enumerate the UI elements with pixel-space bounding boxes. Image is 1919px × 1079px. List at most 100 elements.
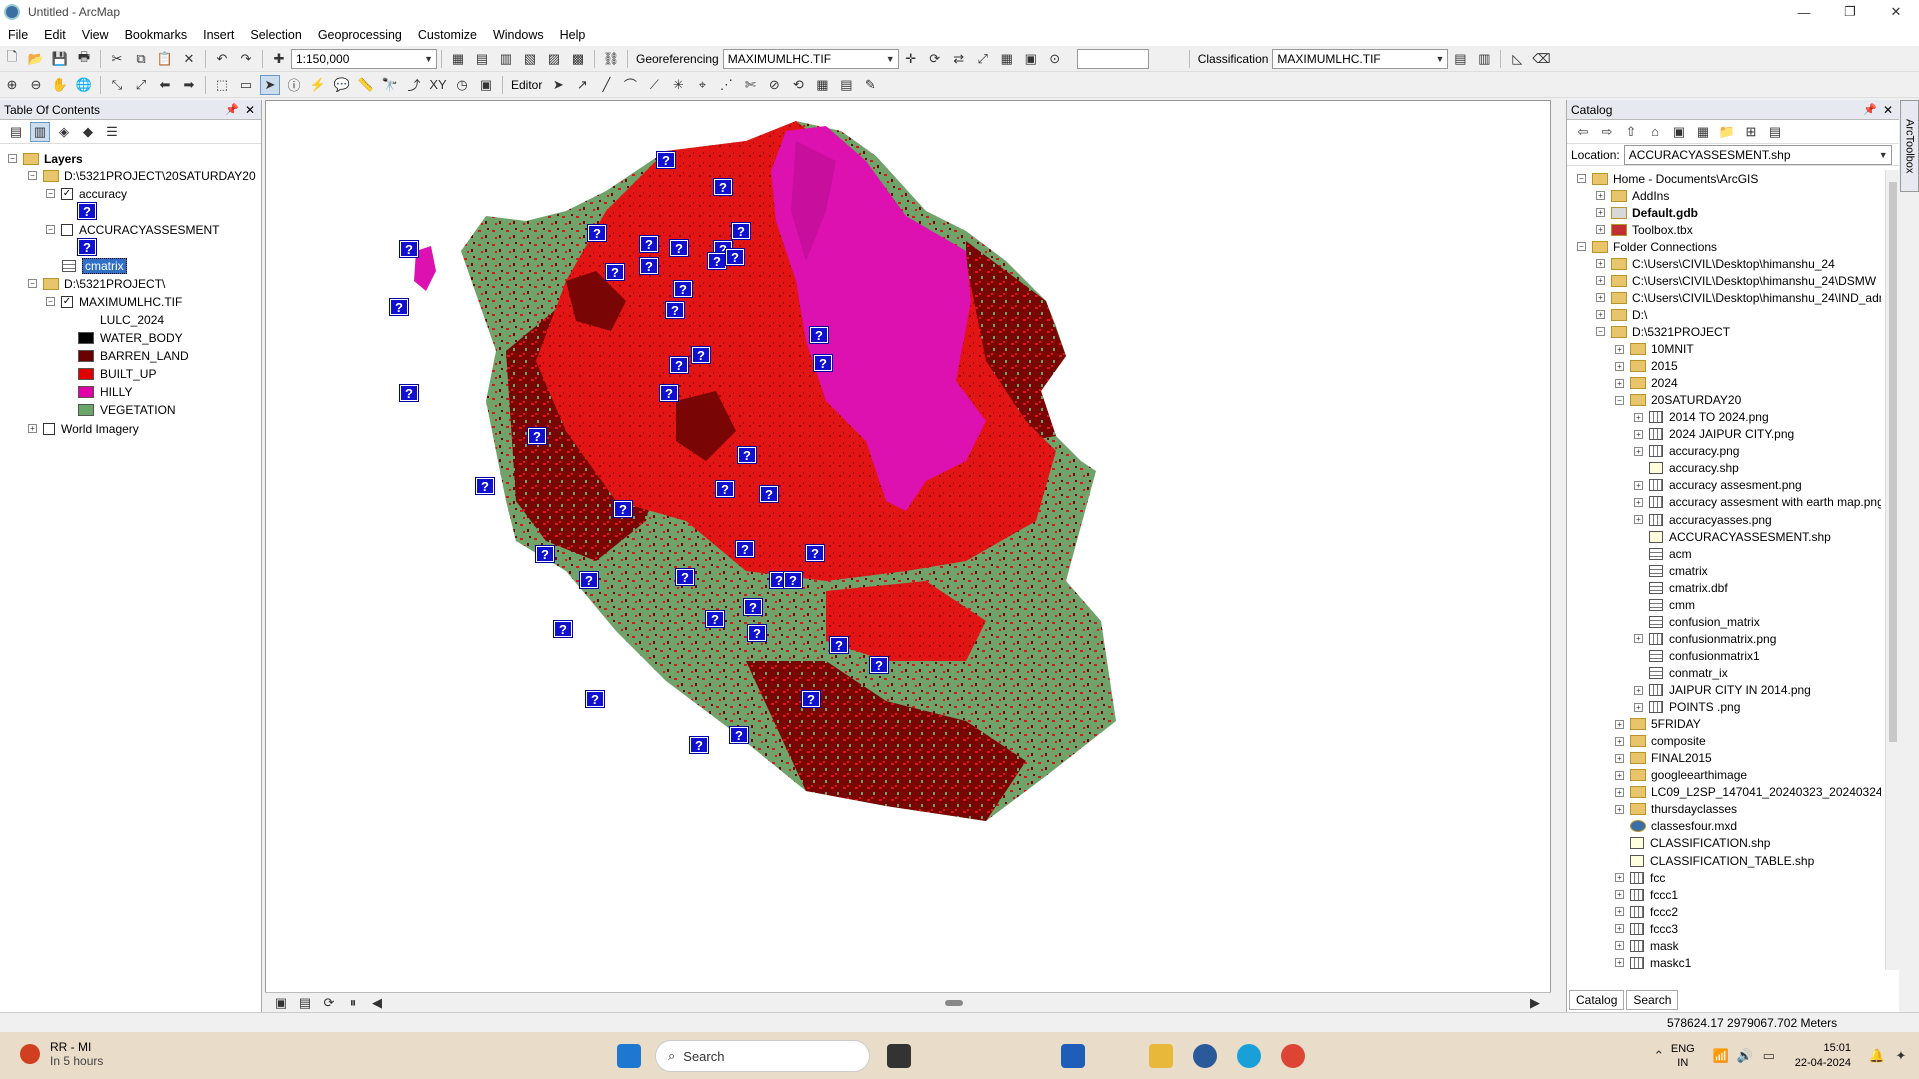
catalog-item[interactable]: +10MNIT (1615, 341, 1694, 358)
menu-edit[interactable]: Edit (36, 28, 74, 42)
show-hidden-icons-icon[interactable]: ⌃ (1649, 1046, 1669, 1066)
collapse-icon[interactable]: − (46, 297, 55, 306)
copilot-icon[interactable]: ✦ (1891, 1046, 1911, 1066)
accuracy-point-marker[interactable]: ? (605, 263, 625, 281)
catalog-item[interactable]: − Folder Connections (1577, 238, 1717, 255)
create-features-icon[interactable]: ✎ (860, 75, 880, 95)
catalog-item[interactable]: + Toolbox.tbx (1596, 221, 1693, 238)
accuracy-point-marker[interactable]: ? (673, 280, 693, 298)
menu-file[interactable]: File (0, 28, 36, 42)
accuracy-point-marker[interactable]: ? (475, 477, 495, 495)
battery-icon[interactable]: ▭ (1759, 1046, 1779, 1066)
word-app-icon[interactable] (1061, 1044, 1085, 1068)
accuracy-point-marker[interactable]: ? (729, 726, 749, 744)
catalog-item[interactable]: + C:\Users\CIVIL\Desktop\himanshu_24 (1596, 255, 1835, 272)
catalog-item[interactable]: +cmatrix (1634, 562, 1708, 579)
catalog-item[interactable]: + mask (1615, 937, 1679, 954)
catalog-options-icon[interactable]: ▤ (1765, 122, 1785, 142)
file-explorer-icon[interactable] (1149, 1044, 1173, 1068)
find-route-icon[interactable]: ⤴ (404, 75, 424, 95)
open-icon[interactable]: 📂 (26, 49, 46, 69)
clear-icon[interactable]: ⌫ (1531, 49, 1551, 69)
catalog-item[interactable]: + googleearthimage (1615, 767, 1747, 784)
collapse-icon[interactable]: − (28, 279, 37, 288)
accuracy-point-marker[interactable]: ? (813, 354, 833, 372)
identify-icon[interactable]: ⓘ (284, 75, 304, 95)
arcmap-app-icon[interactable] (1193, 1044, 1217, 1068)
connect-folder-icon[interactable]: 📁 (1717, 122, 1737, 142)
task-view-icon[interactable] (887, 1044, 911, 1068)
python-icon[interactable]: ▩ (568, 49, 588, 69)
reshape-icon[interactable]: ⋰ (716, 75, 736, 95)
accuracy-point-marker[interactable]: ? (715, 480, 735, 498)
expand-icon[interactable]: + (1615, 958, 1624, 968)
expand-icon[interactable]: + (1615, 924, 1624, 934)
expand-icon[interactable]: + (1596, 276, 1605, 286)
layer-checkbox[interactable] (43, 422, 55, 435)
expand-icon[interactable]: + (1634, 412, 1643, 422)
toc-group-20saturday20[interactable]: − D:\5321PROJECT\20SATURDAY20 (28, 167, 256, 184)
find-icon[interactable]: 🔭 (380, 75, 400, 95)
accuracy-point-marker[interactable]: ? (805, 544, 825, 562)
collapse-icon[interactable]: − (8, 154, 17, 163)
full-extent-icon[interactable]: 🌐 (74, 75, 94, 95)
catalog-item[interactable]: + JAIPUR CITY IN 2014.png (1634, 682, 1811, 699)
map-display[interactable]: ? ? ? ? ? ? ? ? ? ? ? ? ? ? ? ? ? ? ? ? … (265, 100, 1551, 1012)
expand-icon[interactable]: + (1634, 480, 1643, 490)
accuracy-point-marker[interactable]: ? (656, 151, 676, 169)
accuracy-point-marker[interactable]: ? (399, 384, 419, 402)
catalog-item[interactable]: + fccc3 (1615, 920, 1678, 937)
magnify-icon[interactable]: ⊙ (1045, 49, 1065, 69)
notifications-icon[interactable]: 🔔 (1867, 1046, 1887, 1066)
accuracy-point-marker[interactable]: ? (747, 624, 767, 642)
split-icon[interactable]: ⊘ (764, 75, 784, 95)
shift-icon[interactable]: ⇄ (949, 49, 969, 69)
accuracy-point-marker[interactable]: ? (869, 656, 889, 674)
trace-icon[interactable]: ⟋ (644, 75, 664, 95)
list-by-source-icon[interactable]: ▥ (30, 121, 50, 142)
expand-icon[interactable]: + (1615, 361, 1624, 371)
tab-search[interactable]: Search (1626, 990, 1679, 1010)
views-icon[interactable]: ▦ (1693, 122, 1713, 142)
windows-start-icon[interactable] (617, 1044, 641, 1068)
fixed-zoom-in-icon[interactable]: ⤡ (107, 75, 127, 95)
accuracy-point-marker[interactable]: ? (389, 298, 409, 316)
sketch-properties-icon[interactable]: ▤ (836, 75, 856, 95)
expand-icon[interactable]: + (1596, 310, 1605, 320)
time-slider-icon[interactable]: ◷ (452, 75, 472, 95)
scale-combo[interactable]: 1:150,000 ▼ (291, 48, 437, 69)
catalog-item[interactable]: − 20SATURDAY20 (1615, 392, 1741, 409)
menu-customize[interactable]: Customize (410, 28, 485, 42)
accuracy-point-marker[interactable]: ? (783, 571, 803, 589)
create-signature-icon[interactable]: ▥ (1474, 49, 1494, 69)
expand-icon[interactable]: + (1634, 446, 1643, 456)
collapse-icon[interactable]: − (46, 225, 55, 234)
accuracy-point-marker[interactable]: ? (759, 485, 779, 503)
accuracy-point-marker[interactable]: ? (613, 500, 633, 518)
expand-icon[interactable]: + (1615, 344, 1624, 354)
georef-layer-combo[interactable]: MAXIMUMLHC.TIF ▼ (722, 48, 899, 69)
forward-icon[interactable]: ⇨ (1597, 122, 1617, 142)
close-icon[interactable]: ✕ (1883, 103, 1893, 117)
goto-xy-icon[interactable]: XY (428, 75, 448, 95)
pin-icon[interactable]: 📌 (225, 103, 239, 116)
toc-options-icon[interactable]: ☰ (102, 122, 122, 142)
editor-toolbar-icon[interactable]: ▦ (448, 49, 468, 69)
create-viewer-icon[interactable]: ▣ (476, 75, 496, 95)
location-combo[interactable]: ACCURACYASSESMENT.shp ▼ (1623, 144, 1892, 165)
back-icon[interactable]: ⬅ (155, 75, 175, 95)
catalog-item[interactable]: +2024 (1615, 375, 1678, 392)
select-elements-icon[interactable]: ➤ (260, 74, 280, 95)
catalog-item[interactable]: + fcc (1615, 869, 1665, 886)
toc-layer-accuracyassesment[interactable]: − ACCURACYASSESMENT (46, 221, 219, 238)
model-builder-icon[interactable]: ⛓ (601, 49, 621, 69)
catalog-item[interactable]: + AddIns (1596, 187, 1669, 204)
volume-icon[interactable]: 🔊 (1735, 1046, 1755, 1066)
search-window-icon[interactable]: ▧ (520, 49, 540, 69)
menu-bookmarks[interactable]: Bookmarks (117, 28, 196, 42)
edit-tool-icon[interactable]: ➤ (548, 75, 568, 95)
expand-icon[interactable]: + (28, 424, 37, 433)
catalog-item[interactable]: +classesfour.mxd (1615, 818, 1737, 835)
catalog-item[interactable]: + POINTS .png (1634, 699, 1740, 716)
add-data-icon[interactable]: ✚ (269, 49, 289, 69)
